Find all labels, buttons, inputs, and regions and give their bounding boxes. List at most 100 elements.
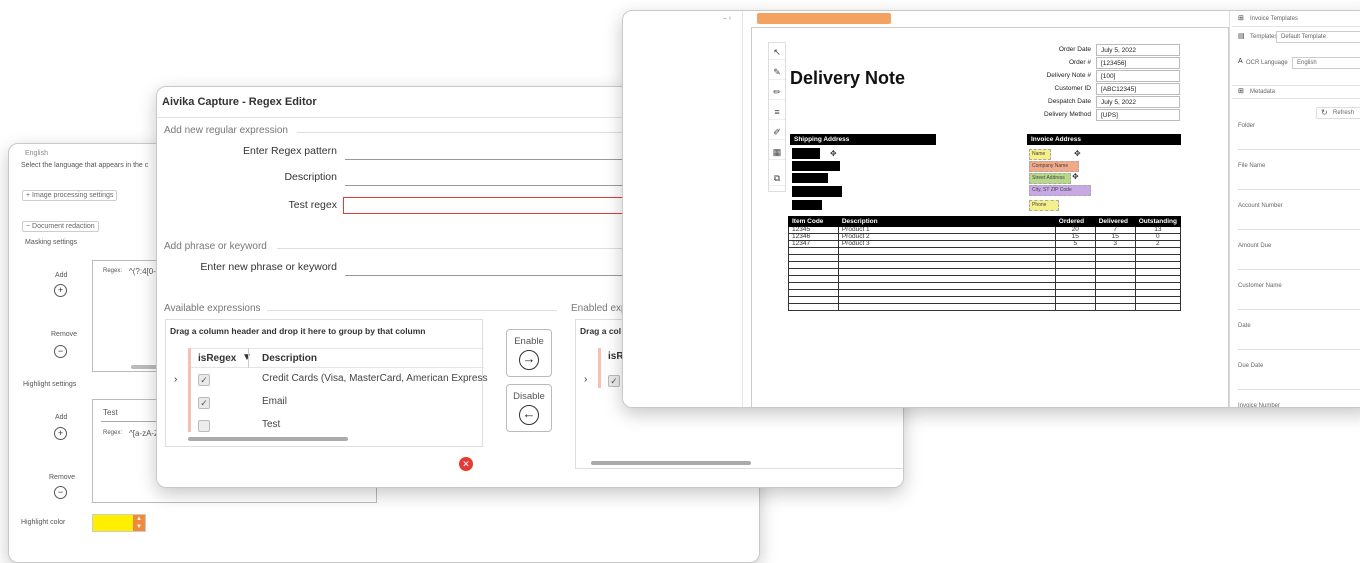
table-cell xyxy=(837,296,1056,304)
copy-icon[interactable]: ⧉ xyxy=(769,171,785,186)
table-cell xyxy=(1134,268,1182,276)
regex-pattern-label: Enter Regex pattern xyxy=(243,145,337,157)
inv-company-highlight[interactable]: Company Name xyxy=(1029,161,1079,172)
meta-value[interactable]: [123456] xyxy=(1096,57,1180,69)
mask-remove-button[interactable]: − xyxy=(54,345,67,358)
isregex-checkbox[interactable]: ✓ xyxy=(198,374,210,386)
test-underline xyxy=(101,421,161,422)
highlight-icon[interactable]: ≡ xyxy=(769,105,785,120)
inv-move-icon[interactable]: ✥ xyxy=(1074,149,1081,158)
hl-regex-value: ^[a-zA-Z xyxy=(129,429,159,438)
items-table: Item Code Description Ordered Delivered Outs… xyxy=(788,216,1182,311)
enabled-grid-scrollbar[interactable] xyxy=(591,461,751,465)
table-header-cell: Description xyxy=(837,216,1056,227)
document-redaction-expander[interactable]: − Document redaction xyxy=(22,221,99,232)
expression-row[interactable]: ✓ Email xyxy=(188,393,484,413)
table-cell xyxy=(837,268,1056,276)
table-cell xyxy=(1054,289,1096,297)
redacted-block xyxy=(792,148,820,159)
available-grid-scrollbar[interactable] xyxy=(188,437,348,441)
meta-value[interactable]: [100] xyxy=(1096,70,1180,82)
highlight-color-picker[interactable]: ▲ ▼ xyxy=(92,514,146,532)
hl-add-button[interactable]: + xyxy=(54,427,67,440)
arrow-left-circle-icon: ← xyxy=(519,405,539,425)
enabled-expand-icon[interactable]: › xyxy=(584,374,587,385)
table-cell xyxy=(837,303,1056,311)
description-column-header[interactable]: Description xyxy=(262,353,317,364)
table-cell xyxy=(1054,254,1096,262)
isregex-checkbox[interactable]: ✓ xyxy=(198,397,210,409)
enable-button[interactable]: Enable → xyxy=(506,329,552,377)
table-cell xyxy=(788,275,839,283)
table-cell xyxy=(1054,261,1096,269)
inv-move-icon[interactable]: ✥ xyxy=(1072,172,1079,181)
language-field[interactable]: English xyxy=(25,150,48,157)
template-icon: ⊞ xyxy=(1238,15,1244,22)
meta-value[interactable]: [UPS] xyxy=(1096,109,1180,121)
metadata-label: Metadata xyxy=(1250,89,1276,95)
metadata-field-input[interactable] xyxy=(1238,309,1360,310)
isregex-column-header[interactable]: isRegex xyxy=(198,353,236,364)
document-tab[interactable] xyxy=(757,13,891,24)
document-title: Delivery Note xyxy=(790,68,906,88)
isregex-checkbox[interactable] xyxy=(198,420,210,432)
image-processing-expander[interactable]: + Image processing settings xyxy=(22,190,118,201)
table-icon[interactable]: ▦ xyxy=(769,145,785,160)
meta-label: Customer ID xyxy=(1054,85,1091,92)
mask-add-button[interactable]: + xyxy=(54,284,67,297)
inv-city-highlight[interactable]: City, ST ZIP Code xyxy=(1029,185,1091,196)
available-grid[interactable]: Drag a column header and drop it here to… xyxy=(165,319,487,447)
collapse-icon: − xyxy=(26,223,31,230)
table-cell xyxy=(1094,289,1136,297)
pointer-icon[interactable]: ↖ xyxy=(769,45,785,60)
metadata-field-label: Folder xyxy=(1238,123,1256,129)
disable-button[interactable]: Disable ← xyxy=(506,384,552,432)
table-cell xyxy=(1054,303,1096,311)
pen-icon[interactable]: ✎ xyxy=(769,65,785,80)
expand-row-icon[interactable]: › xyxy=(174,374,177,385)
move-handle-icon[interactable]: ✥ xyxy=(830,149,837,158)
col-divider-1 xyxy=(248,348,249,368)
enabled-row-checkbox[interactable]: ✓ xyxy=(608,375,620,387)
metadata-field-label: Date xyxy=(1238,323,1251,329)
metadata-field-input[interactable] xyxy=(1238,269,1360,270)
metadata-field-input[interactable] xyxy=(1238,189,1360,190)
close-error-icon[interactable]: ✕ xyxy=(459,457,473,471)
meta-value[interactable]: July 5, 2022 xyxy=(1096,96,1180,108)
pencil-icon[interactable]: ✏ xyxy=(769,85,785,100)
hl-remove-button[interactable]: − xyxy=(54,486,67,499)
inv-name-highlight[interactable]: Name xyxy=(1029,149,1051,160)
expression-description: Test xyxy=(262,419,281,430)
marker-icon[interactable]: ✐ xyxy=(769,125,785,140)
inv-street-highlight[interactable]: Street Address xyxy=(1029,173,1071,184)
table-cell xyxy=(1134,303,1182,311)
table-cell xyxy=(1094,254,1136,262)
table-row xyxy=(788,303,1182,311)
meta-value[interactable]: July 5, 2022 xyxy=(1096,44,1180,56)
meta-label: Order Date xyxy=(1058,46,1091,53)
highlight-test-name: Test xyxy=(103,408,118,417)
document-canvas[interactable]: ↖ ✎ ✏ ≡ ✐ ▦ ⧉ Delivery Note Order Date Ju… xyxy=(751,27,1229,407)
meta-label: Despatch Date xyxy=(1048,98,1091,105)
ocr-language-select[interactable]: English xyxy=(1292,57,1360,69)
table-cell: 3 xyxy=(1094,240,1136,248)
table-cell: 12347 xyxy=(788,240,839,248)
redacted-block xyxy=(792,200,822,210)
table-cell xyxy=(1094,268,1136,276)
pane-collapse-icon[interactable]: – ‹ xyxy=(723,15,731,22)
expression-row[interactable]: Test xyxy=(188,416,484,436)
expression-row[interactable]: ✓ Credit Cards (Visa, MasterCard, America… xyxy=(188,370,487,390)
metadata-field-input[interactable] xyxy=(1238,149,1360,150)
invoice-templates-label: Invoice Templates xyxy=(1250,16,1298,22)
meta-value[interactable]: [ABC12345] xyxy=(1096,83,1180,95)
redacted-block xyxy=(792,161,840,171)
templates-select[interactable]: Default Template xyxy=(1276,31,1360,43)
metadata-field-input[interactable] xyxy=(1238,229,1360,230)
metadata-field-input[interactable] xyxy=(1238,349,1360,350)
refresh-button[interactable]: ↻ Refresh xyxy=(1316,107,1360,119)
metadata-field-input[interactable] xyxy=(1238,389,1360,390)
inv-phone-highlight[interactable]: Phone xyxy=(1029,200,1059,211)
filter-icon[interactable]: ▼ xyxy=(242,352,252,363)
table-cell xyxy=(1054,247,1096,255)
table-cell: Product 3 xyxy=(837,240,1056,248)
